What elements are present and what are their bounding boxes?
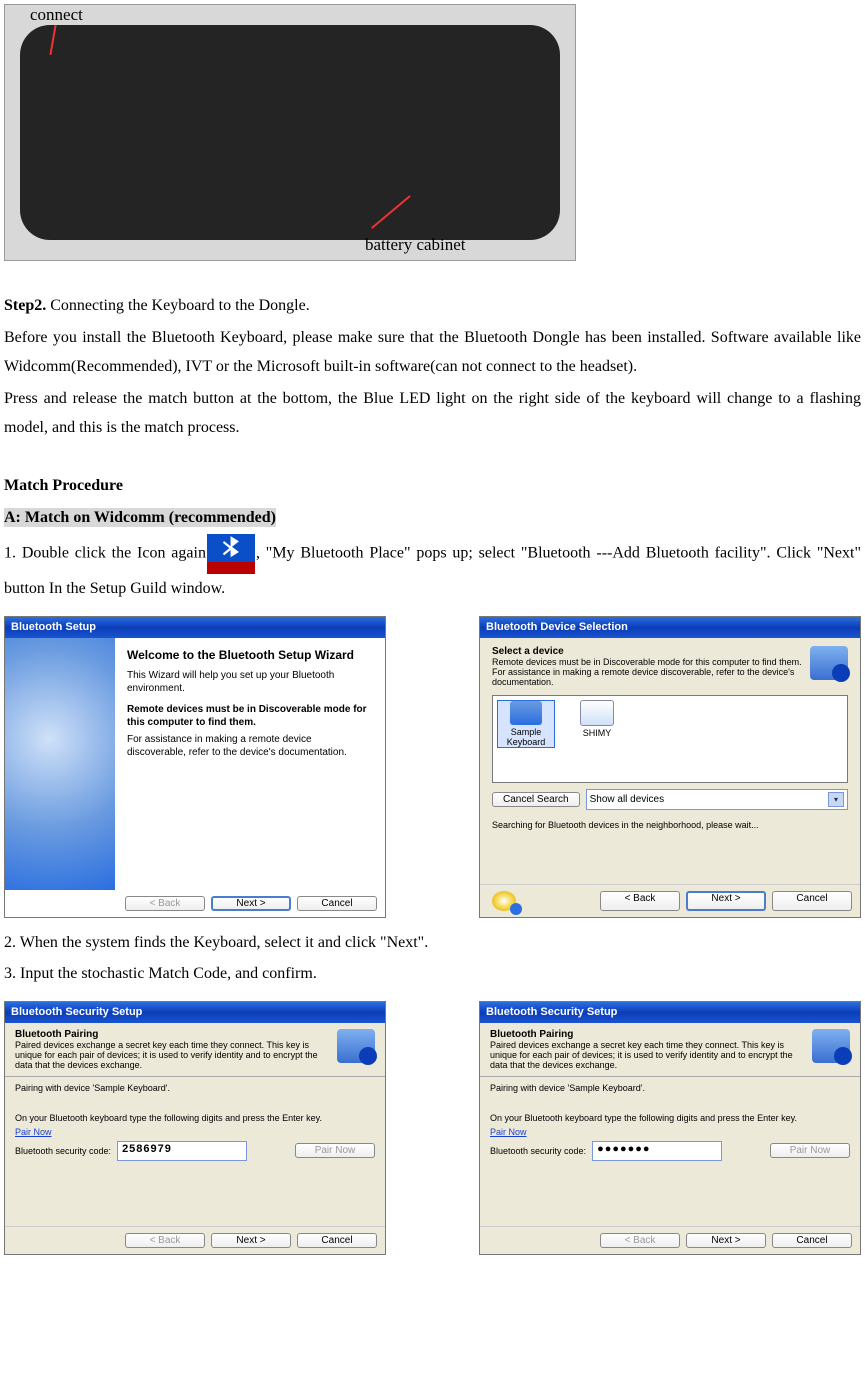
device-list: Sample Keyboard SHIMY (492, 695, 848, 783)
pairing-with: Pairing with device 'Sample Keyboard'. (490, 1083, 850, 1093)
button-row: < Back Next > Cancel (480, 1226, 860, 1254)
bluetooth-setup-window: Bluetooth Setup Welcome to the Bluetooth… (4, 616, 386, 918)
button-row: < Back Next > Cancel (5, 890, 385, 917)
instruction: On your Bluetooth keyboard type the foll… (490, 1113, 850, 1123)
titlebar: Bluetooth Security Setup (5, 1002, 385, 1023)
device-selection-window: Bluetooth Device Selection Select a devi… (479, 616, 861, 918)
back-button[interactable]: < Back (600, 891, 680, 911)
security-body: Bluetooth Pairing Paired devices exchang… (480, 1023, 860, 1226)
back-button: < Back (125, 896, 205, 911)
device-label: Sample Keyboard (498, 727, 554, 747)
pairing-with: Pairing with device 'Sample Keyboard'. (15, 1083, 375, 1093)
cancel-button[interactable]: Cancel (772, 891, 852, 911)
step2-label: Step2. (4, 297, 46, 314)
para-match: Press and release the match button at th… (4, 384, 861, 443)
step2-line: Step2. Connecting the Keyboard to the Do… (4, 291, 861, 321)
match-procedure-title: Match Procedure (4, 471, 861, 501)
wizard-bold: Remote devices must be in Discoverable m… (127, 703, 373, 729)
security-heading: Bluetooth Pairing (15, 1029, 329, 1040)
label-connect: connect (30, 5, 83, 25)
titlebar: Bluetooth Security Setup (480, 1002, 860, 1023)
wizard-heading: Welcome to the Bluetooth Setup Wizard (127, 648, 373, 664)
next-button[interactable]: Next > (686, 891, 766, 911)
device-label: SHIMY (569, 728, 625, 738)
wizard-line2: For assistance in making a remote device… (127, 733, 373, 759)
wizard-sidebar-image (5, 638, 115, 890)
selection-header: Select a device Remote devices must be i… (492, 646, 848, 687)
keyboard-body (20, 25, 560, 240)
next-button[interactable]: Next > (686, 1233, 766, 1248)
chevron-down-icon: ▾ (828, 792, 844, 807)
bluetooth-badge-icon (337, 1029, 375, 1063)
screenshot-row-2: Bluetooth Security Setup Bluetooth Pairi… (4, 1001, 861, 1255)
step1-a: 1. Double click the Icon again (4, 545, 206, 562)
security-heading: Bluetooth Pairing (490, 1029, 804, 1040)
filter-value: Show all devices (590, 794, 664, 805)
bluetooth-badge-icon (812, 1029, 850, 1063)
code-row: Bluetooth security code: 2586979 Pair No… (15, 1141, 375, 1161)
wizard-content: Welcome to the Bluetooth Setup Wizard Th… (115, 638, 385, 890)
security-code-field[interactable]: ●●●●●●● (592, 1141, 722, 1161)
para-install: Before you install the Bluetooth Keyboar… (4, 323, 861, 382)
divider (480, 1076, 860, 1077)
searching-status: Searching for Bluetooth devices in the n… (492, 820, 848, 830)
security-header: Bluetooth Pairing Paired devices exchang… (15, 1029, 375, 1070)
selection-heading: Select a device (492, 646, 802, 657)
cancel-search-button[interactable]: Cancel Search (492, 792, 580, 807)
device-item-shimy[interactable]: SHIMY (569, 700, 625, 738)
security-header: Bluetooth Pairing Paired devices exchang… (490, 1029, 850, 1070)
security-code-field[interactable]: 2586979 (117, 1141, 247, 1161)
pair-now-link[interactable]: Pair Now (490, 1127, 850, 1137)
step-3: 3. Input the stochastic Match Code, and … (4, 959, 861, 989)
security-sub: Paired devices exchange a secret key eac… (15, 1040, 329, 1070)
cancel-button[interactable]: Cancel (772, 1233, 852, 1248)
search-indicator-icon (492, 891, 516, 911)
security-header-text: Bluetooth Pairing Paired devices exchang… (490, 1029, 804, 1070)
next-button[interactable]: Next > (211, 1233, 291, 1248)
device-filter-select[interactable]: Show all devices ▾ (586, 789, 848, 810)
next-button[interactable]: Next > (211, 896, 291, 911)
wizard-body: Welcome to the Bluetooth Setup Wizard Th… (5, 638, 385, 890)
security-sub: Paired devices exchange a secret key eac… (490, 1040, 804, 1070)
bluetooth-badge-icon (810, 646, 848, 680)
screenshot-row-1: Bluetooth Setup Welcome to the Bluetooth… (4, 616, 861, 918)
pair-now-link[interactable]: Pair Now (15, 1127, 375, 1137)
computer-icon (580, 700, 614, 726)
wizard-line1: This Wizard will help you set up your Bl… (127, 669, 373, 695)
security-body: Bluetooth Pairing Paired devices exchang… (5, 1023, 385, 1226)
instruction: On your Bluetooth keyboard type the foll… (15, 1113, 375, 1123)
selection-sub: Remote devices must be in Discoverable m… (492, 657, 802, 687)
security-header-text: Bluetooth Pairing Paired devices exchang… (15, 1029, 329, 1070)
keyboard-photo: connect battery cabinet (4, 4, 576, 261)
back-button: < Back (600, 1233, 680, 1248)
keyboard-icon (510, 701, 542, 725)
pair-now-button: Pair Now (770, 1143, 850, 1158)
step-2: 2. When the system finds the Keyboard, s… (4, 928, 861, 958)
selection-header-text: Select a device Remote devices must be i… (492, 646, 802, 687)
security-setup-window-1: Bluetooth Security Setup Bluetooth Pairi… (4, 1001, 386, 1255)
bluetooth-icon (207, 534, 255, 574)
code-label: Bluetooth security code: (15, 1146, 111, 1156)
label-battery: battery cabinet (365, 235, 466, 255)
step-1: 1. Double click the Icon again, "My Blue… (4, 534, 861, 604)
back-button: < Back (125, 1233, 205, 1248)
cancel-button[interactable]: Cancel (297, 1233, 377, 1248)
cancel-button[interactable]: Cancel (297, 896, 377, 911)
security-setup-window-2: Bluetooth Security Setup Bluetooth Pairi… (479, 1001, 861, 1255)
code-label: Bluetooth security code: (490, 1146, 586, 1156)
titlebar: Bluetooth Setup (5, 617, 385, 638)
device-item-keyboard[interactable]: Sample Keyboard (497, 700, 555, 748)
button-row: < Back Next > Cancel (480, 884, 860, 917)
pair-now-button: Pair Now (295, 1143, 375, 1158)
titlebar: Bluetooth Device Selection (480, 617, 860, 638)
divider (5, 1076, 385, 1077)
section-a-line: A: Match on Widcomm (recommended) (4, 503, 861, 533)
button-row: < Back Next > Cancel (5, 1226, 385, 1254)
step2-rest: Connecting the Keyboard to the Dongle. (46, 297, 310, 314)
search-row: Cancel Search Show all devices ▾ (492, 789, 848, 810)
code-row: Bluetooth security code: ●●●●●●● Pair No… (490, 1141, 850, 1161)
section-a-heading: A: Match on Widcomm (recommended) (4, 508, 276, 527)
selection-body: Select a device Remote devices must be i… (480, 638, 860, 884)
